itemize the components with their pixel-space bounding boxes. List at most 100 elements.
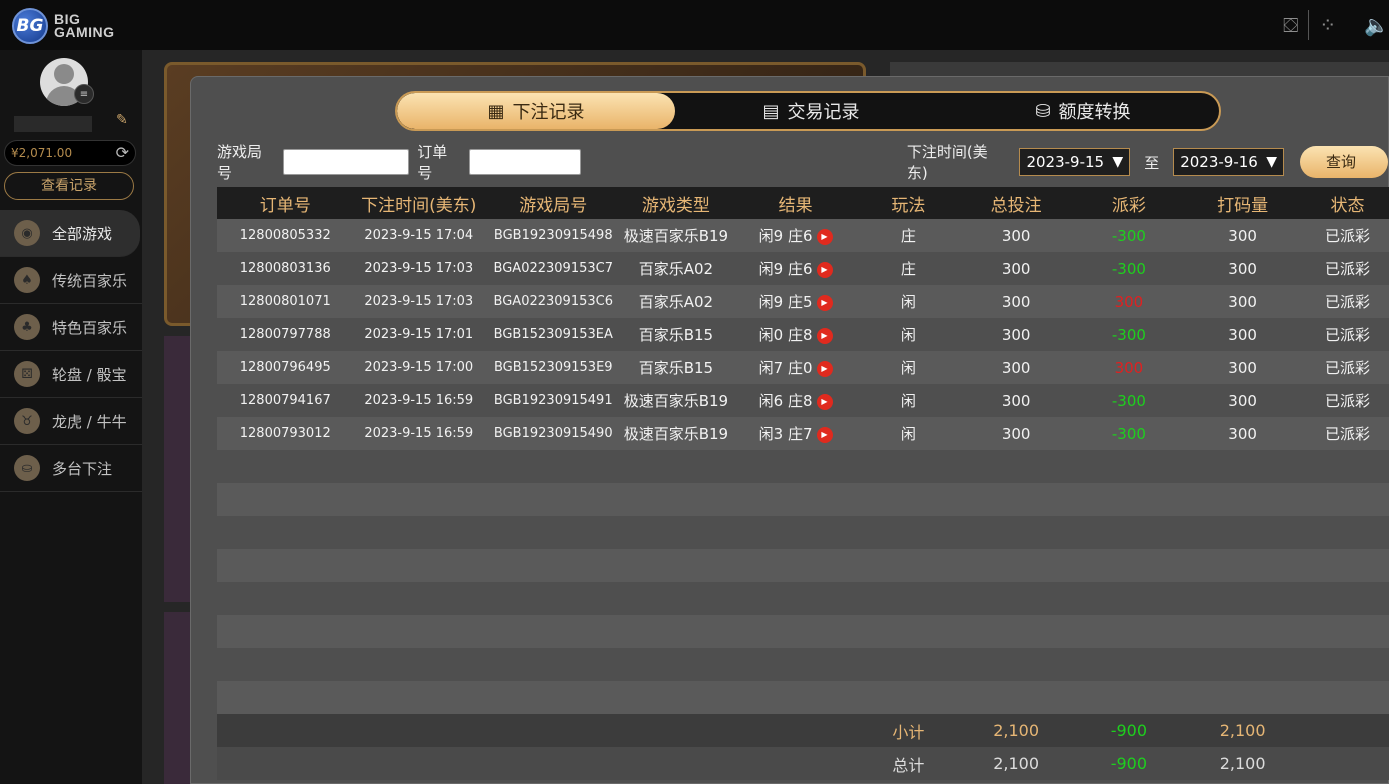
cell-result: 闲6 庄8 ▶ — [729, 390, 862, 411]
col-header: 总投注 — [990, 195, 1042, 216]
payout-value: 300 — [1114, 292, 1144, 311]
col-header: 游戏类型 — [641, 195, 710, 216]
dots-icon[interactable]: ⁘ — [1319, 13, 1336, 37]
sidebar-item-all-games[interactable]: ◉ 全部游戏 — [0, 210, 140, 257]
cell-rolling: 300 — [1180, 260, 1305, 278]
sidebar-item-multi-table[interactable]: ⛀ 多台下注 — [0, 445, 142, 492]
cell-status: 已派彩 — [1305, 258, 1389, 279]
date-to-select[interactable]: 2023-9-16 ▼ — [1173, 148, 1284, 176]
balance-display: ¥2,071.00 ⟳ — [4, 140, 136, 166]
cell-result: 闲0 庄8 ▶ — [729, 324, 862, 345]
cell-round: BGB19230915491 — [484, 393, 622, 408]
cell-payout: -300 — [1077, 425, 1180, 443]
order-value: 12800803136 — [239, 261, 331, 276]
col-header: 状态 — [1330, 195, 1365, 216]
time-value: 2023-9-15 16:59 — [364, 426, 474, 441]
gr-icon[interactable]: ⛋ — [1283, 13, 1298, 37]
sidebar-item-classic-baccarat[interactable]: ♠ 传统百家乐 — [0, 257, 142, 304]
dropdown-arrow-icon: ▼ — [1266, 154, 1277, 170]
payout-value: -300 — [1111, 226, 1146, 245]
table-header: 订单号 下注时间(美东) 游戏局号 游戏类型 结果 玩法 总投注 派彩 打码量 … — [217, 187, 1389, 219]
cell-result: 闲9 庄5 ▶ — [729, 291, 862, 312]
cell-bet: 300 — [955, 425, 1078, 443]
game-value: 百家乐B15 — [638, 359, 714, 377]
game-value: 百家乐A02 — [638, 260, 714, 278]
result-value: 闲6 庄8 — [758, 392, 813, 410]
subtotal-label: 小计 — [892, 722, 925, 742]
result-value: 闲3 庄7 — [758, 425, 813, 443]
replay-icon[interactable]: ▶ — [816, 393, 833, 410]
subtotal-bet: 2,100 — [993, 721, 1040, 740]
rolling-value: 300 — [1228, 424, 1257, 443]
replay-icon[interactable]: ▶ — [816, 228, 833, 245]
username-blurred — [14, 116, 92, 132]
cell-round: BGA022309153C6 — [484, 294, 622, 309]
round-input[interactable] — [283, 149, 410, 175]
tab-transaction-records[interactable]: ▤ 交易记录 — [675, 93, 947, 129]
date-to-value: 2023-9-16 — [1180, 153, 1258, 171]
sidebar-item-label: 特色百家乐 — [52, 318, 128, 337]
cell-game: 百家乐B15 — [623, 357, 730, 378]
total-rolling: 2,100 — [1219, 754, 1266, 773]
total-payout: -900 — [1110, 754, 1148, 773]
result-value: 闲7 庄0 — [758, 359, 813, 377]
replay-icon[interactable]: ▶ — [816, 261, 833, 278]
replay-icon[interactable]: ▶ — [816, 294, 833, 311]
cell-time: 2023-9-15 17:03 — [353, 294, 484, 309]
bet-value: 300 — [1001, 292, 1031, 311]
tab-bet-records[interactable]: ▦ 下注记录 — [397, 93, 675, 129]
cell-time: 2023-9-15 17:04 — [353, 228, 484, 243]
empty-row — [217, 582, 1389, 615]
speaker-icon[interactable]: 🔈 — [1364, 13, 1389, 37]
tab-credit-transfer[interactable]: ⛁ 额度转换 — [947, 93, 1219, 129]
cell-status: 已派彩 — [1305, 291, 1389, 312]
round-value: BGB152309153E9 — [493, 360, 613, 375]
sidebar-item-roulette-sicbo[interactable]: ⚄ 轮盘 / 骰宝 — [0, 351, 142, 398]
clipboard-icon: ▤ — [762, 100, 780, 122]
replay-icon[interactable]: ▶ — [816, 327, 833, 344]
sidebar-item-dragon-tiger[interactable]: ♉ 龙虎 / 牛牛 — [0, 398, 142, 445]
refresh-icon[interactable]: ⟳ — [116, 141, 129, 165]
cell-payout: 300 — [1077, 359, 1180, 377]
total-label: 总计 — [892, 755, 925, 775]
table-body: 12800805332 2023-9-15 17:04 BGB19230915498… — [217, 219, 1389, 714]
cell-status: 已派彩 — [1305, 225, 1389, 246]
play-value: 庄 — [900, 260, 916, 278]
cell-result: 闲7 庄0 ▶ — [729, 357, 862, 378]
round-value: BGA022309153C6 — [493, 294, 613, 309]
empty-row — [217, 615, 1389, 648]
rolling-value: 300 — [1228, 226, 1257, 245]
cell-game: 极速百家乐B19 — [623, 423, 730, 444]
cell-bet: 300 — [955, 293, 1078, 311]
cell-bet: 300 — [955, 392, 1078, 410]
edit-icon[interactable]: ✎ — [116, 112, 128, 128]
cell-play: 闲 — [862, 357, 955, 378]
chips-stack-icon: ⛀ — [14, 455, 40, 481]
sidebar-item-special-baccarat[interactable]: ♣ 特色百家乐 — [0, 304, 142, 351]
view-records-button[interactable]: 查看记录 — [4, 172, 134, 200]
table-row: 12800794167 2023-9-15 16:59 BGB19230915491… — [217, 384, 1389, 417]
date-from-select[interactable]: 2023-9-15 ▼ — [1019, 148, 1131, 176]
replay-icon[interactable]: ▶ — [816, 426, 833, 443]
cell-order: 12800797788 — [217, 327, 353, 342]
sidebar: ≡ ✎ ¥2,071.00 ⟳ 查看记录 ◉ 全部游戏 ♠ 传统百家乐 ♣ 特色… — [0, 50, 142, 784]
menu-badge-icon[interactable]: ≡ — [74, 84, 94, 104]
empty-row — [217, 681, 1389, 714]
order-input[interactable] — [468, 149, 581, 175]
cell-status: 已派彩 — [1305, 390, 1389, 411]
time-value: 2023-9-15 17:01 — [364, 327, 474, 342]
result-value: 闲9 庄6 — [758, 260, 813, 278]
payout-value: -300 — [1111, 325, 1146, 344]
game-value: 极速百家乐B19 — [623, 425, 729, 443]
query-button[interactable]: 查询 — [1299, 146, 1389, 178]
cell-game: 百家乐A02 — [623, 258, 730, 279]
sidebar-item-label: 全部游戏 — [52, 224, 113, 243]
cell-game: 百家乐B15 — [623, 324, 730, 345]
result-value: 闲0 庄8 — [758, 326, 813, 344]
cell-result: 闲3 庄7 ▶ — [729, 423, 862, 444]
play-value: 闲 — [900, 425, 916, 443]
table-row: 12800803136 2023-9-15 17:03 BGA022309153C7… — [217, 252, 1389, 285]
table-row: 12800805332 2023-9-15 17:04 BGB19230915498… — [217, 219, 1389, 252]
replay-icon[interactable]: ▶ — [816, 360, 833, 377]
play-value: 闲 — [900, 359, 916, 377]
